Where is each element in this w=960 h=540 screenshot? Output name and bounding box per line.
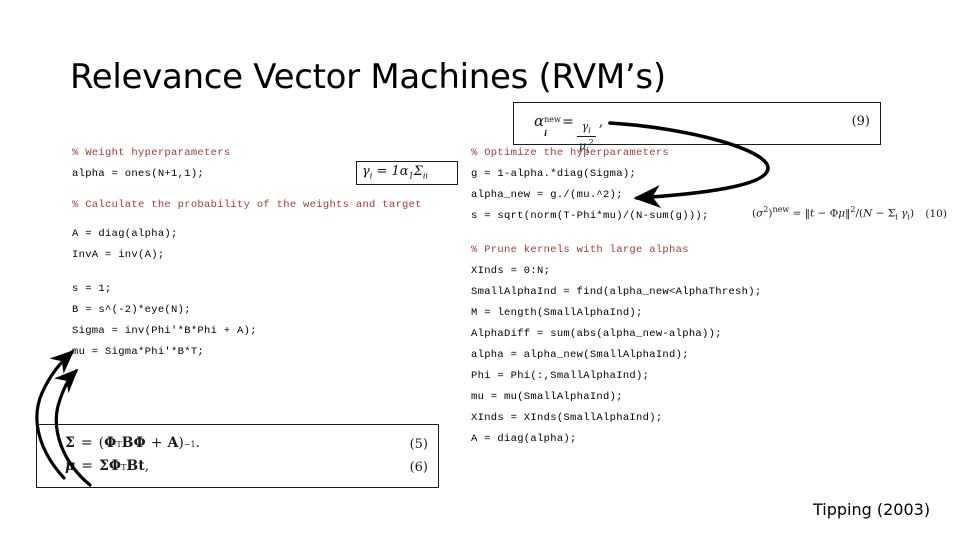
code-comment-line: % Calculate the probability of the weigh… [72, 199, 422, 211]
code-line: Sigma = inv(Phi'*B*Phi + A); [72, 325, 257, 337]
code-line: alpha = alpha_new(SmallAlphaInd); [471, 349, 689, 361]
equation-5-number: (5) [409, 437, 428, 452]
code-line: M = length(SmallAlphaInd); [471, 307, 643, 319]
equation-5-body: Σ = (Φ T B Φ + A) −1. [65, 435, 201, 451]
code-line: XInds = 0:N; [471, 265, 551, 277]
code-line: mu = Sigma*Phi'*B*T; [72, 346, 205, 358]
code-line: A = diag(alpha); [72, 228, 178, 240]
equation-9-box: α new i = γi μi2 , (9) [513, 102, 881, 155]
code-line: B = s^(-2)*eye(N); [72, 304, 191, 316]
equation-6-number: (6) [409, 460, 428, 475]
code-comment-line: % Prune kernels with large alphas [471, 244, 689, 256]
code-comment-line: % Optimize the hyperparameters [471, 147, 670, 159]
code-line: XInds = XInds(SmallAlphaInd); [471, 412, 663, 424]
code-line: alpha_new = g./(mu.^2); [471, 189, 623, 201]
equation-10-number: (10) [925, 207, 947, 220]
code-line: s = 1; [72, 283, 112, 295]
attribution-text: Tipping (2003) [813, 500, 931, 519]
code-line: SmallAlphaInd = find(alpha_new<AlphaThre… [471, 286, 762, 298]
code-line: Phi = Phi(:,SmallAlphaInd); [471, 370, 650, 382]
code-line: mu = mu(SmallAlphaInd); [471, 391, 623, 403]
code-line: A = diag(alpha); [471, 433, 577, 445]
code-line: AlphaDiff = sum(abs(alpha_new-alpha)); [471, 328, 722, 340]
equation-6-body: μ = ΣΦ T Bt, [65, 458, 150, 474]
code-comment-line: % Weight hyperparameters [72, 147, 231, 159]
code-line: s = sqrt(norm(T-Phi*mu)/(N-sum(g))); [471, 210, 709, 222]
page-title: Relevance Vector Machines (RVM’s) [70, 57, 666, 97]
code-line: alpha = ones(N+1,1); [72, 168, 205, 180]
slide-canvas: Relevance Vector Machines (RVM’s) α new … [0, 0, 960, 540]
code-block-left: % Weight hyperparameters alpha = ones(N+1… [72, 143, 462, 363]
equation-5-6-box: Σ = (Φ T B Φ + A) −1. (5) μ = ΣΦ T Bt, (6) [36, 424, 439, 488]
code-line: InvA = inv(A); [72, 249, 165, 261]
code-line: g = 1-alpha.*diag(Sigma); [471, 168, 637, 180]
code-block-right: % Optimize the hyperparameters g = 1-alph… [471, 143, 871, 450]
equation-9-number: (9) [851, 114, 870, 129]
